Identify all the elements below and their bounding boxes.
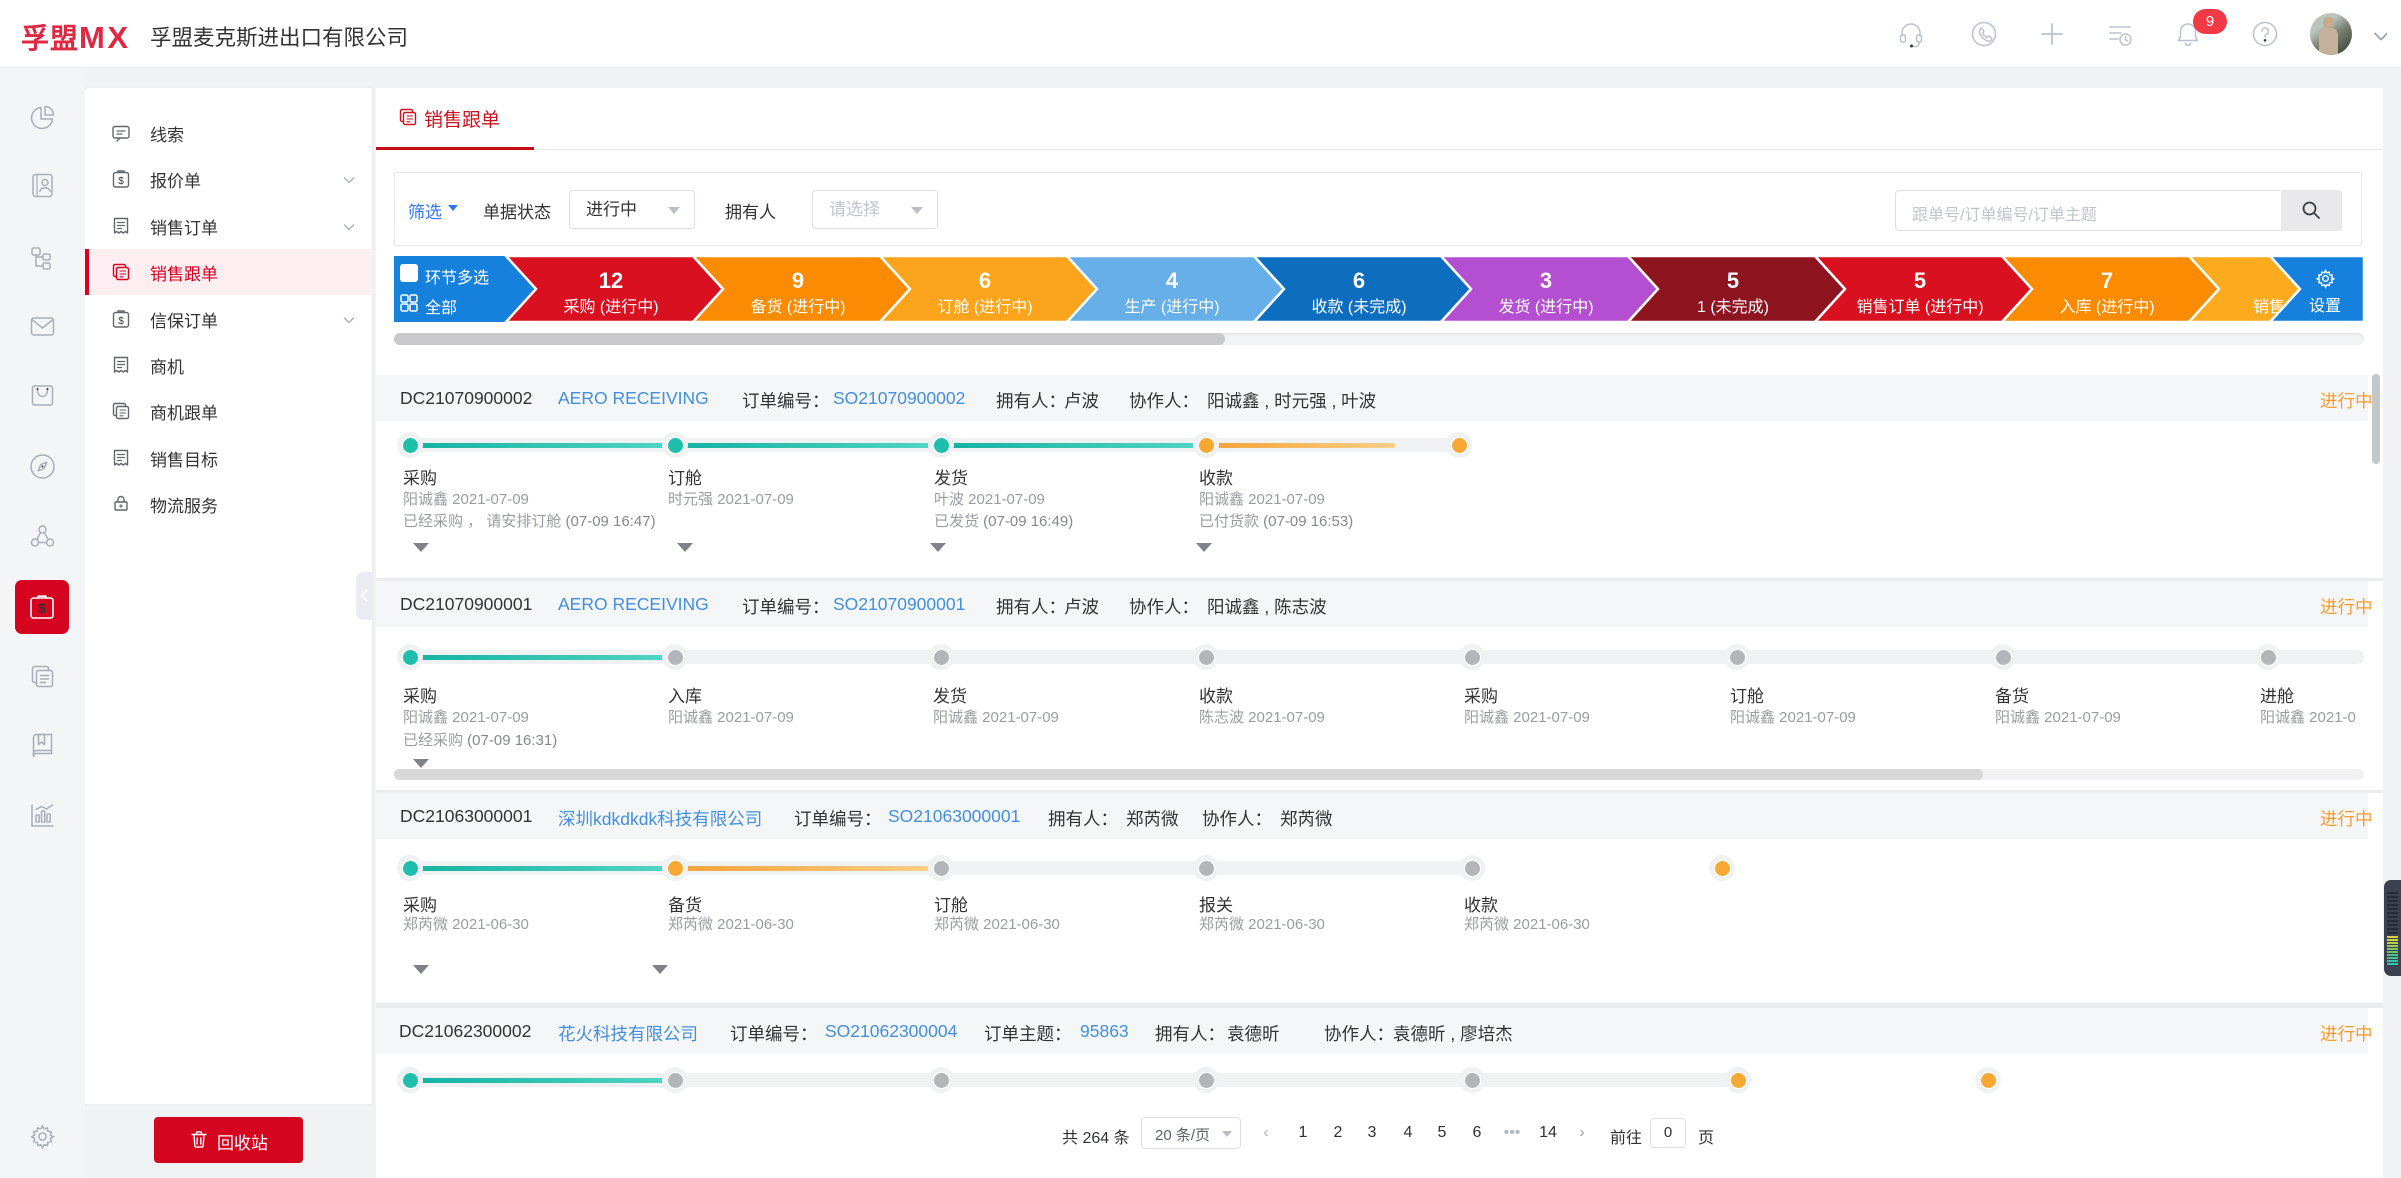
svg-text:6: 6: [979, 268, 991, 293]
svg-text:备货 (进行中): 备货 (进行中): [750, 298, 845, 316]
svg-text:$: $: [118, 316, 124, 327]
svg-text:采购 (进行中): 采购 (进行中): [563, 298, 658, 316]
svg-text:5: 5: [1914, 268, 1926, 293]
svg-text:收款 (未完成): 收款 (未完成): [1311, 298, 1406, 316]
svg-text:9: 9: [792, 268, 804, 293]
svg-text:$: $: [118, 176, 124, 187]
svg-text:3: 3: [1540, 268, 1552, 293]
svg-text:订舱 (进行中): 订舱 (进行中): [937, 298, 1032, 316]
svg-text:发货 (进行中): 发货 (进行中): [1498, 298, 1593, 316]
svg-text:销售订单 (进行中): 销售订单 (进行中): [1856, 298, 1983, 316]
svg-text:6: 6: [1353, 268, 1365, 293]
svg-text:12: 12: [599, 268, 623, 293]
svg-text:7: 7: [2101, 268, 2113, 293]
svg-text:入库 (进行中): 入库 (进行中): [2059, 298, 2154, 316]
svg-text:1 (未完成): 1 (未完成): [1697, 298, 1769, 316]
svg-text:$: $: [38, 601, 46, 616]
svg-text:4: 4: [1166, 268, 1179, 293]
svg-text:5: 5: [1727, 268, 1739, 293]
svg-text:生产 (进行中): 生产 (进行中): [1124, 298, 1219, 316]
